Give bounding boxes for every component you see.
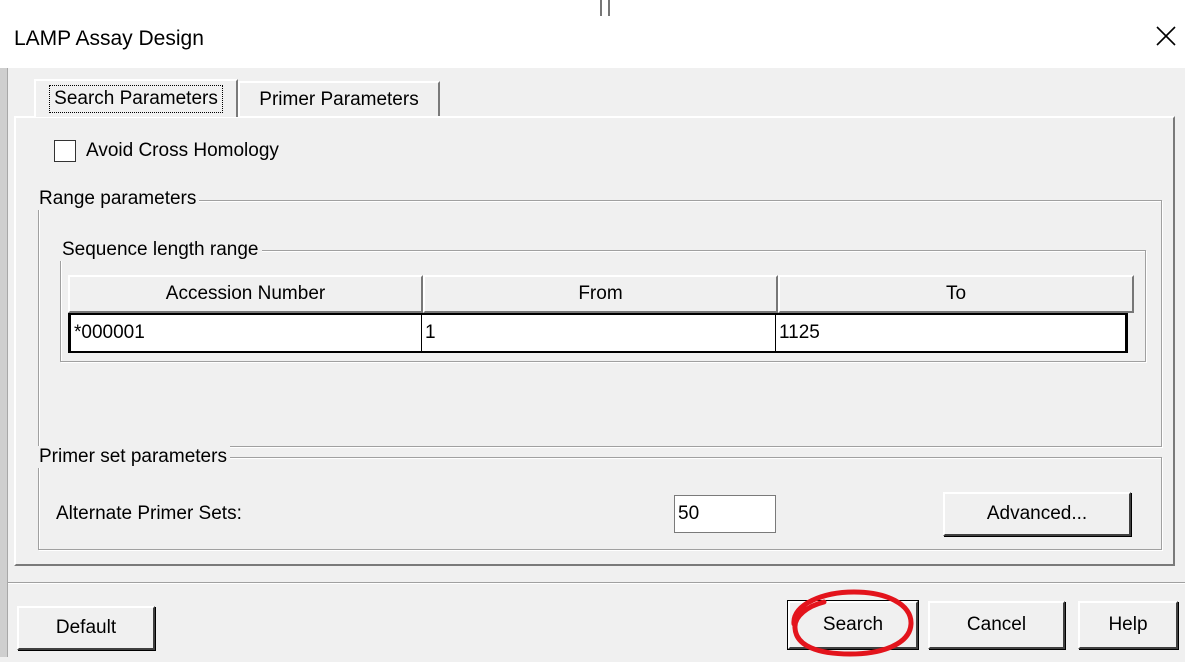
alternate-primer-sets-label: Alternate Primer Sets: <box>56 503 242 524</box>
sequence-length-range-legend: Sequence length range <box>60 239 262 261</box>
default-button[interactable]: Default <box>17 606 155 650</box>
column-header-from[interactable]: From <box>423 275 778 313</box>
cell-to[interactable]: 1125 <box>776 315 1126 351</box>
cell-from[interactable]: 1 <box>422 315 776 351</box>
close-icon[interactable] <box>1152 22 1180 50</box>
background-window-divider <box>608 0 610 16</box>
alternate-primer-sets-input[interactable]: 50 <box>674 495 776 533</box>
window-title: LAMP Assay Design <box>14 27 204 50</box>
background-window-divider <box>600 0 602 16</box>
advanced-button[interactable]: Advanced... <box>943 492 1131 536</box>
tab-label: Primer Parameters <box>259 89 419 110</box>
avoid-cross-homology-checkbox[interactable] <box>54 140 76 162</box>
annotation-circle <box>791 589 914 657</box>
tab-label: Search Parameters <box>49 85 223 113</box>
tab-search-parameters[interactable]: Search Parameters <box>34 79 238 117</box>
help-button[interactable]: Help <box>1078 601 1178 649</box>
tab-primer-parameters[interactable]: Primer Parameters <box>238 81 440 117</box>
cell-accession-number[interactable]: *000001 <box>70 315 422 351</box>
range-parameters-legend: Range parameters <box>37 188 200 210</box>
separator <box>8 582 1185 584</box>
window-left-edge <box>0 68 8 657</box>
table-row: *000001 1 1125 <box>68 313 1128 353</box>
cancel-button[interactable]: Cancel <box>928 601 1065 649</box>
column-header-to[interactable]: To <box>778 275 1134 313</box>
avoid-cross-homology-label: Avoid Cross Homology <box>86 140 279 161</box>
primer-set-parameters-legend: Primer set parameters <box>37 446 230 468</box>
column-header-accession[interactable]: Accession Number <box>68 275 423 313</box>
sequence-range-table: Accession Number From To *000001 1 1125 <box>68 275 1138 355</box>
